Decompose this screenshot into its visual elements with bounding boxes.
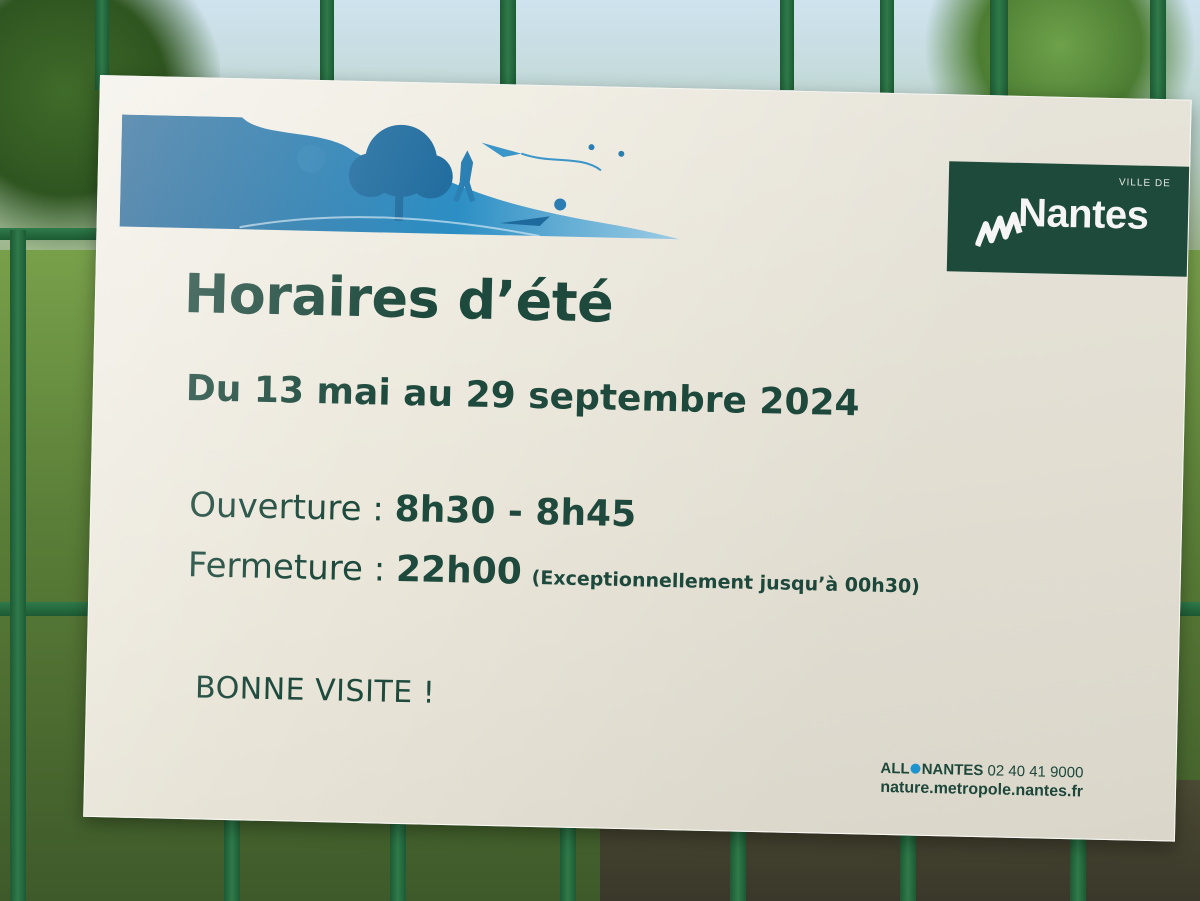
fence-bar bbox=[990, 0, 1008, 100]
fence-bar bbox=[880, 0, 894, 100]
summer-hours-sign: VILLE DE Nantes Horaires d’été Du 13 mai… bbox=[83, 75, 1192, 842]
greeting-text: BONNE VISITE ! bbox=[194, 670, 436, 711]
phone-number: 02 40 41 9000 bbox=[987, 762, 1084, 782]
nature-silhouette-banner bbox=[119, 114, 680, 240]
logo-tagline: VILLE DE bbox=[1118, 177, 1171, 190]
allonantes-brand-right: NANTES bbox=[921, 760, 984, 780]
closing-time: 22h00 bbox=[395, 548, 523, 593]
ville-de-nantes-logo: VILLE DE Nantes bbox=[946, 161, 1190, 277]
opening-hours: Ouverture : 8h30 - 8h45 Fermeture : 22h0… bbox=[187, 478, 922, 615]
fence-bar bbox=[1150, 0, 1166, 110]
phone-line: ALL NANTES 02 40 41 9000 bbox=[880, 760, 1083, 782]
season-dates: Du 13 mai au 29 septembre 2024 bbox=[185, 368, 861, 425]
fence-bar bbox=[320, 0, 334, 90]
opening-label: Ouverture : bbox=[188, 485, 396, 530]
closing-label: Fermeture : bbox=[187, 545, 397, 590]
fence-bar bbox=[500, 0, 516, 90]
opening-time: 8h30 - 8h45 bbox=[394, 488, 637, 536]
fence-bar bbox=[780, 0, 794, 90]
sign-title: Horaires d’été bbox=[183, 261, 614, 335]
website-url: nature.metropole.nantes.fr bbox=[880, 778, 1084, 801]
blue-dot-icon bbox=[910, 763, 921, 774]
closing-exception-note: (Exceptionnellement jusqu’à 00h30) bbox=[531, 566, 921, 598]
allonantes-brand-left: ALL bbox=[880, 759, 910, 778]
park-scene: VILLE DE Nantes Horaires d’été Du 13 mai… bbox=[0, 0, 1200, 901]
logo-city-name: Nantes bbox=[1017, 190, 1149, 238]
fence-post-left bbox=[10, 230, 26, 901]
contact-info: ALL NANTES 02 40 41 9000 nature.metropole… bbox=[880, 760, 1084, 802]
